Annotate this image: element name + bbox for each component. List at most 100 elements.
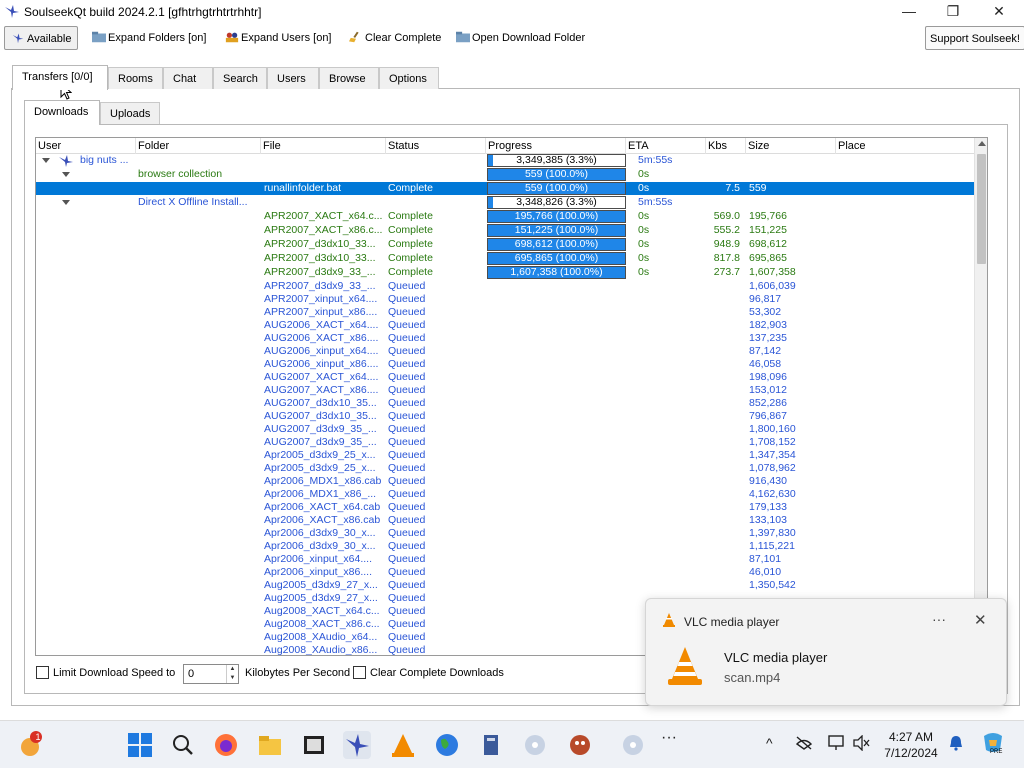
clear-complete-downloads-checkbox[interactable]: [353, 666, 366, 679]
table-row[interactable]: AUG2006_XACT_x86.... Queued 137,235: [36, 332, 974, 345]
clear-complete-button[interactable]: Clear Complete: [345, 26, 445, 50]
table-row[interactable]: APR2007_xinput_x64.... Queued 96,817: [36, 293, 974, 306]
table-row[interactable]: AUG2007_XACT_x86.... Queued 153,012: [36, 384, 974, 397]
column-header-place[interactable]: Place: [836, 138, 974, 154]
vlc-taskbar-icon[interactable]: [389, 731, 417, 759]
column-header-user[interactable]: User: [36, 138, 136, 154]
tab-search[interactable]: Search: [213, 67, 267, 89]
table-row[interactable]: Apr2006_xinput_x86.... Queued 46,010: [36, 566, 974, 579]
tab-downloads[interactable]: Downloads: [24, 100, 100, 125]
file-size: 1,347,354: [749, 449, 796, 461]
table-row[interactable]: AUG2006_xinput_x86.... Queued 46,058: [36, 358, 974, 371]
scroll-thumb[interactable]: [977, 154, 986, 264]
table-row[interactable]: Apr2005_d3dx9_25_x... Queued 1,078,962: [36, 462, 974, 475]
table-row[interactable]: Apr2006_XACT_x86.cab Queued 133,103: [36, 514, 974, 527]
column-header-size[interactable]: Size: [746, 138, 836, 154]
available-status-button[interactable]: Available: [4, 26, 79, 50]
table-row[interactable]: runallinfolder.bat Complete 559 (100.0%)…: [36, 182, 974, 195]
notifications-bell-icon[interactable]: [948, 735, 964, 754]
table-row[interactable]: AUG2007_d3dx9_35_... Queued 1,800,160: [36, 423, 974, 436]
tray-chevron-icon[interactable]: ^: [766, 735, 773, 751]
weather-widget-icon[interactable]: 1: [18, 731, 46, 759]
tab-chat[interactable]: Chat: [163, 67, 213, 89]
table-row[interactable]: Apr2006_XACT_x64.cab Queued 179,133: [36, 501, 974, 514]
table-row[interactable]: AUG2006_xinput_x64.... Queued 87,142: [36, 345, 974, 358]
support-soulseek-button[interactable]: Support Soulseek!: [925, 26, 1024, 50]
spin-arrows-icon[interactable]: ▲ ▼: [226, 665, 238, 683]
collapse-arrow-icon[interactable]: [62, 172, 70, 177]
table-row[interactable]: APR2007_d3dx10_33... Complete 695,865 (1…: [36, 252, 974, 265]
windows-start-icon[interactable]: [126, 731, 154, 759]
table-row[interactable]: Aug2005_d3dx9_27_x... Queued 1,350,542: [36, 579, 974, 592]
column-header-eta[interactable]: ETA: [626, 138, 706, 154]
table-row[interactable]: APR2007_XACT_x64.c... Complete 195,766 (…: [36, 210, 974, 223]
user-row[interactable]: big nuts ... 3,349,385 (3.3%) 5m:55s: [36, 154, 974, 167]
soulseek-taskbar-icon[interactable]: [343, 731, 371, 759]
vlc-notification[interactable]: VLC media player ··· ✕ VLC media player …: [645, 598, 1007, 706]
limit-speed-checkbox[interactable]: [36, 666, 49, 679]
table-row[interactable]: AUG2007_d3dx10_35... Queued 796,867: [36, 410, 974, 423]
column-header-kbs[interactable]: Kbs: [706, 138, 746, 154]
speed-limit-spinbox[interactable]: 0 ▲ ▼: [183, 664, 239, 684]
table-row[interactable]: APR2007_d3dx9_33_... Queued 1,606,039: [36, 280, 974, 293]
expand-users-button[interactable]: Expand Users [on]: [221, 26, 336, 50]
collapse-arrow-icon[interactable]: [62, 200, 70, 205]
table-row[interactable]: APR2007_XACT_x86.c... Complete 151,225 (…: [36, 224, 974, 237]
table-row[interactable]: Apr2005_d3dx9_25_x... Queued 1,347,354: [36, 449, 974, 462]
vertical-scrollbar[interactable]: [974, 138, 987, 655]
column-header-status[interactable]: Status: [386, 138, 486, 154]
column-header-progress[interactable]: Progress: [486, 138, 626, 154]
table-row[interactable]: APR2007_d3dx10_33... Complete 698,612 (1…: [36, 238, 974, 251]
expand-folders-button[interactable]: Expand Folders [on]: [88, 26, 210, 50]
notification-badge: 1: [35, 732, 41, 742]
table-row[interactable]: AUG2007_d3dx10_35... Queued 852,286: [36, 397, 974, 410]
close-button[interactable]: ✕: [976, 0, 1022, 24]
tab-transfers[interactable]: Transfers [0/0]: [12, 65, 108, 90]
folder-row[interactable]: browser collection 559 (100.0%) 0s: [36, 168, 974, 181]
more-apps-icon[interactable]: ···: [661, 729, 677, 747]
collapse-arrow-icon[interactable]: [42, 158, 50, 163]
column-header-file[interactable]: File: [261, 138, 386, 154]
media-app-icon[interactable]: [300, 731, 328, 759]
table-row[interactable]: AUG2006_XACT_x64.... Queued 182,903: [36, 319, 974, 332]
network-offline-icon[interactable]: [795, 735, 813, 754]
scroll-up-arrow-icon[interactable]: [978, 141, 986, 146]
app-icon[interactable]: [477, 731, 505, 759]
tab-rooms[interactable]: Rooms: [108, 67, 163, 89]
globe-icon[interactable]: [433, 731, 461, 759]
tab-uploads[interactable]: Uploads: [100, 102, 160, 124]
table-row[interactable]: Apr2006_xinput_x64.... Queued 87,101: [36, 553, 974, 566]
maximize-button[interactable]: ❐: [930, 0, 976, 24]
file-explorer-icon[interactable]: [256, 731, 284, 759]
system-clock[interactable]: 4:27 AM 7/12/2024: [880, 729, 942, 761]
open-download-folder-button[interactable]: Open Download Folder: [452, 26, 589, 50]
table-row[interactable]: Apr2006_d3dx9_30_x... Queued 1,115,221: [36, 540, 974, 553]
volume-muted-icon[interactable]: [852, 734, 870, 754]
search-icon[interactable]: [169, 731, 197, 759]
clock-date: 7/12/2024: [884, 746, 938, 760]
table-row[interactable]: AUG2007_d3dx9_35_... Queued 1,708,152: [36, 436, 974, 449]
table-row[interactable]: APR2007_d3dx9_33_... Complete 1,607,358 …: [36, 266, 974, 279]
firefox-icon[interactable]: [212, 731, 240, 759]
notification-close-icon[interactable]: ✕: [974, 611, 987, 629]
column-header-folder[interactable]: Folder: [136, 138, 261, 154]
disc-app-icon[interactable]: [619, 731, 647, 759]
file-size: 1,115,221: [749, 540, 795, 552]
display-icon[interactable]: [828, 735, 846, 754]
folder-eta: 0s: [638, 168, 650, 180]
file-status: Queued: [388, 384, 426, 396]
game-app-icon[interactable]: [566, 731, 594, 759]
tab-browse[interactable]: Browse: [319, 67, 379, 89]
tab-options[interactable]: Options: [379, 67, 439, 89]
notification-more-icon[interactable]: ···: [932, 611, 946, 627]
table-row[interactable]: AUG2007_XACT_x64.... Queued 198,096: [36, 371, 974, 384]
table-row[interactable]: Apr2006_MDX1_x86.cab Queued 916,430: [36, 475, 974, 488]
tab-users[interactable]: Users: [267, 67, 319, 89]
table-row[interactable]: APR2007_xinput_x86.... Queued 53,302: [36, 306, 974, 319]
minimize-button[interactable]: —: [886, 0, 932, 24]
table-row[interactable]: Apr2006_d3dx9_30_x... Queued 1,397,830: [36, 527, 974, 540]
copilot-icon[interactable]: PRE: [981, 732, 1005, 757]
table-row[interactable]: Apr2006_MDX1_x86_... Queued 4,162,630: [36, 488, 974, 501]
disc-app-icon[interactable]: [521, 731, 549, 759]
folder-row[interactable]: Direct X Offline Install... 3,348,826 (3…: [36, 196, 974, 209]
